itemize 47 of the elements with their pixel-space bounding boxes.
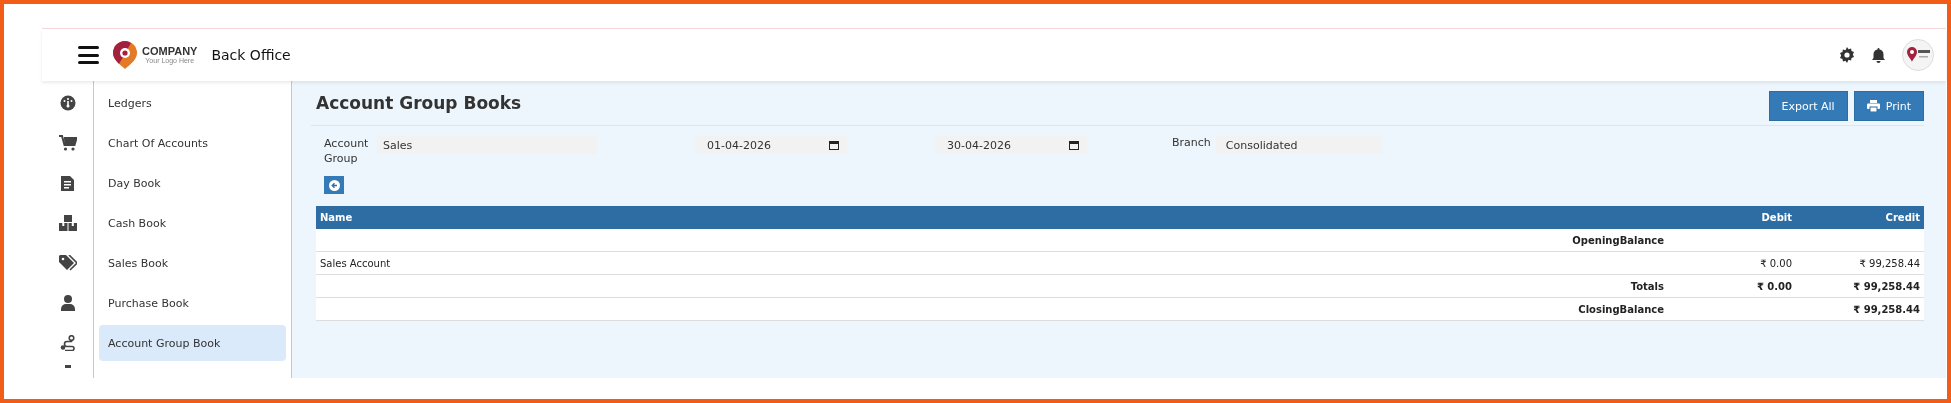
sidebar-item[interactable]: Cash Book xyxy=(99,205,286,241)
settings-icon[interactable] xyxy=(1839,47,1855,63)
boxes-icon[interactable] xyxy=(58,215,77,231)
column-header: Credit xyxy=(1796,206,1924,229)
row-label: OpeningBalance xyxy=(1572,234,1664,246)
sidebar-item[interactable]: Account Group Book xyxy=(99,325,286,361)
row-label: Totals xyxy=(1630,280,1664,292)
table-cell: ₹ 0.00 xyxy=(1760,257,1792,269)
avatar-icon[interactable] xyxy=(1902,39,1934,71)
sidebar-item[interactable]: Chart Of Accounts xyxy=(99,125,286,161)
row-label: ClosingBalance xyxy=(1578,303,1664,315)
shopping-cart-icon[interactable] xyxy=(58,135,77,151)
sidebar-item[interactable]: Day Book xyxy=(99,165,286,201)
dashboard-gauge-icon[interactable] xyxy=(59,95,76,111)
calendar-icon[interactable] xyxy=(829,140,839,150)
export-button[interactable]: Export All xyxy=(1768,91,1848,121)
to-date-field[interactable]: 30-04-2026 xyxy=(935,136,1087,154)
notification-bell-icon[interactable] xyxy=(1871,47,1886,63)
tags-icon[interactable] xyxy=(58,255,77,271)
back-button[interactable] xyxy=(324,176,344,194)
column-header: Name xyxy=(316,206,911,229)
sidebar-item[interactable]: Sales Book xyxy=(99,245,286,281)
app-title: Back Office xyxy=(211,47,291,63)
print-button[interactable]: Print xyxy=(1853,91,1924,121)
account-group-field[interactable]: Sales xyxy=(377,136,597,154)
from-date-field[interactable]: 01-04-2026 xyxy=(695,136,847,154)
column-header: Debit xyxy=(1668,206,1796,229)
table-cell: ₹ 99,258.44 xyxy=(1859,257,1920,269)
route-icon[interactable] xyxy=(59,335,76,351)
table-cell: Sales Account xyxy=(320,257,391,269)
calendar-icon[interactable] xyxy=(1069,140,1079,150)
map-pin-icon xyxy=(111,40,139,70)
table-cell: ₹ 0.00 xyxy=(1756,280,1792,292)
printer-icon xyxy=(1866,100,1880,112)
sidebar-item[interactable]: Purchase Book xyxy=(99,285,286,321)
table-cell: ₹ 99,258.44 xyxy=(1853,280,1920,292)
back-arrow-icon xyxy=(328,179,340,191)
branch-field[interactable]: Consolidated xyxy=(1215,136,1382,154)
menu-icon[interactable] xyxy=(78,46,99,64)
page-title: Account Group Books xyxy=(316,93,522,113)
branch-label: Branch xyxy=(1172,136,1211,149)
table-cell: ₹ 99,258.44 xyxy=(1853,303,1920,315)
document-icon[interactable] xyxy=(61,175,74,191)
user-icon[interactable] xyxy=(60,295,75,311)
sidebar-item[interactable]: Ledgers xyxy=(99,85,286,121)
logo-name: COMPANY xyxy=(142,46,198,57)
account-group-label: Account Group xyxy=(324,136,370,166)
